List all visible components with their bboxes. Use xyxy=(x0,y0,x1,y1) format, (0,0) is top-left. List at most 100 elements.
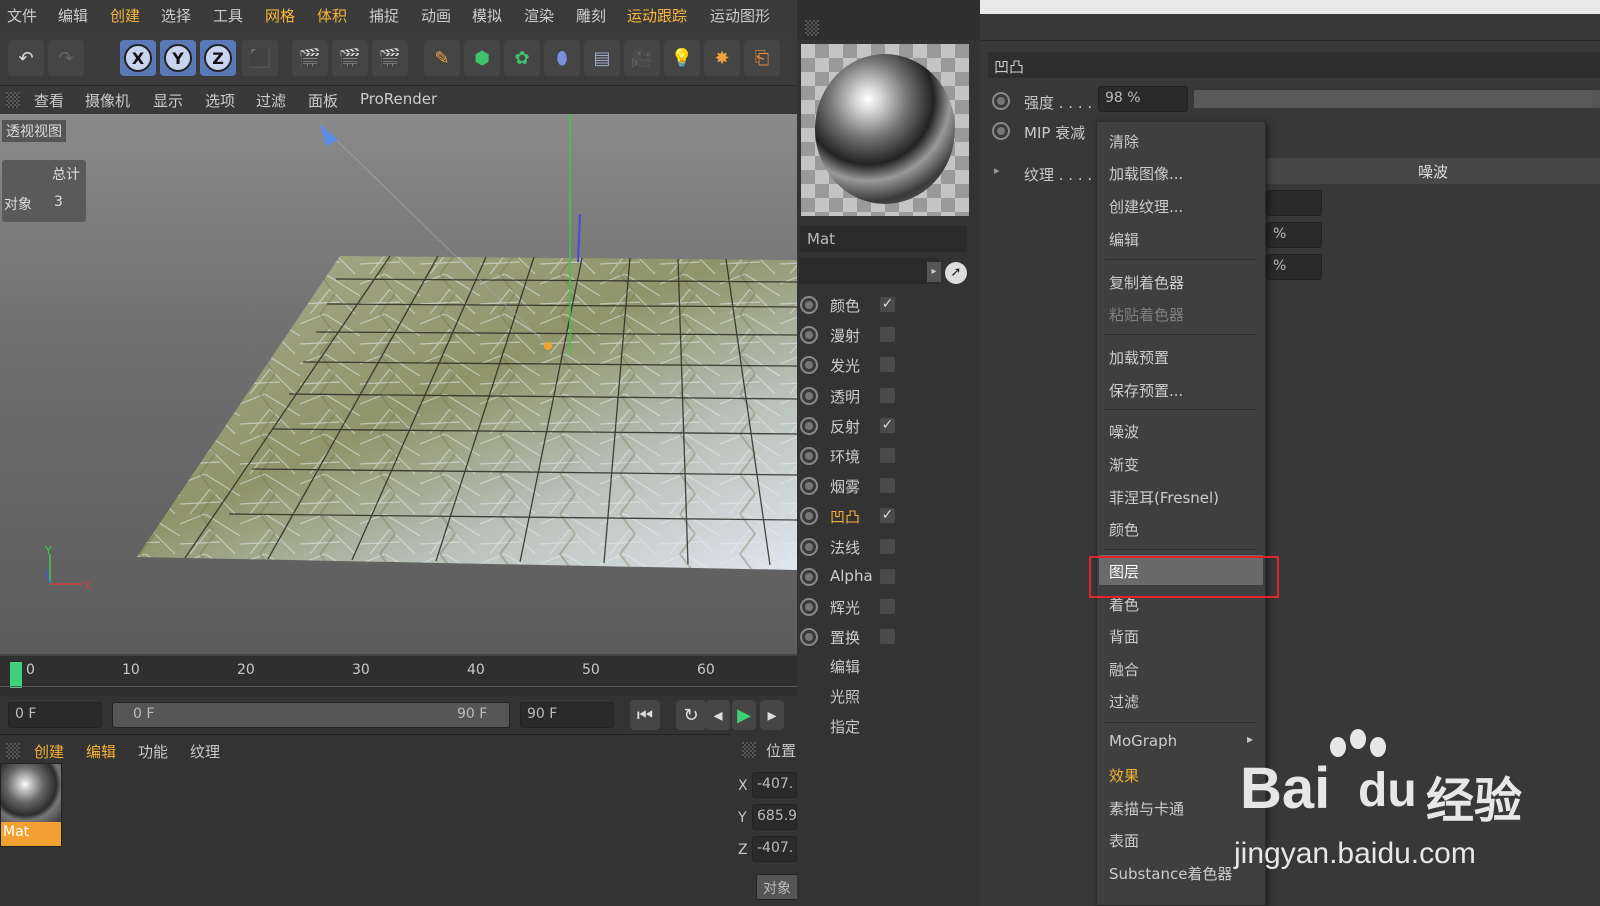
mip-animate-radio[interactable] xyxy=(992,122,1010,140)
channel-row[interactable]: 漫射 xyxy=(800,324,980,352)
channel-checkbox[interactable]: ✓ xyxy=(880,297,895,312)
render-view-button[interactable]: 🎬 xyxy=(292,40,328,76)
subdivision-button[interactable]: ✿ xyxy=(504,40,540,76)
blur-scale-field[interactable]: % xyxy=(1266,254,1322,280)
channel-extra-item[interactable]: 光照 xyxy=(830,686,860,707)
menu-item[interactable]: 效果 xyxy=(1109,765,1139,786)
viewport-menu-view[interactable]: 查看 xyxy=(34,90,64,111)
channel-row[interactable]: 置换 xyxy=(800,626,980,654)
channel-animate-radio[interactable] xyxy=(800,356,818,375)
menu-item[interactable]: 素描与卡通 xyxy=(1109,798,1184,819)
channel-row[interactable]: 辉光 xyxy=(800,596,980,624)
material-link-field[interactable] xyxy=(799,258,939,284)
channel-animate-radio[interactable] xyxy=(800,537,818,556)
material-preview[interactable] xyxy=(801,44,969,216)
lock-z-axis-button[interactable]: Z xyxy=(200,40,236,76)
channel-checkbox[interactable] xyxy=(880,629,895,645)
material-thumbnail[interactable]: Mat xyxy=(0,763,62,847)
channel-row[interactable]: 环境 xyxy=(800,445,980,473)
menu-tools[interactable]: 工具 xyxy=(213,5,243,26)
menu-item[interactable]: 背面 xyxy=(1109,626,1139,647)
channel-animate-radio[interactable] xyxy=(800,296,818,314)
channel-checkbox[interactable] xyxy=(880,568,895,584)
menu-item[interactable]: 清除 xyxy=(1109,131,1139,152)
channel-extra-item[interactable]: 编辑 xyxy=(830,656,860,677)
menu-snap[interactable]: 捕捉 xyxy=(369,5,399,26)
channel-row[interactable]: Alpha xyxy=(800,566,980,594)
menu-item[interactable]: 渐变 xyxy=(1109,454,1139,475)
undo-button[interactable]: ↶ xyxy=(8,40,44,76)
channel-checkbox[interactable] xyxy=(880,387,895,403)
frame-range-slider[interactable]: 0 F 90 F xyxy=(112,702,510,728)
effector-button[interactable]: ✸ xyxy=(704,40,740,76)
menu-item[interactable]: 菲涅耳(Fresnel) xyxy=(1109,487,1219,508)
channel-row[interactable]: 反射 ✓ xyxy=(800,415,980,443)
floor-button[interactable]: ▤ xyxy=(584,40,620,76)
object-mode-button[interactable]: 对象 xyxy=(756,874,801,900)
channel-animate-radio[interactable] xyxy=(800,477,818,496)
channel-checkbox[interactable] xyxy=(880,357,895,373)
channel-animate-radio[interactable] xyxy=(800,326,818,345)
grip-handle[interactable] xyxy=(6,92,20,108)
deformer-button[interactable]: ⬮ xyxy=(544,40,580,76)
current-frame-field[interactable]: 0 F xyxy=(8,702,102,728)
viewport-menu-display[interactable]: 显示 xyxy=(153,90,183,111)
coord-z-field[interactable]: -407. xyxy=(752,836,797,862)
channel-extra-item[interactable]: 指定 xyxy=(830,716,860,737)
menu-edit[interactable]: 编辑 xyxy=(58,5,88,26)
channel-animate-radio[interactable] xyxy=(800,507,818,526)
goto-start-button[interactable]: ⏮ xyxy=(630,700,660,730)
viewport-menu-camera[interactable]: 摄像机 xyxy=(85,90,130,111)
menu-sculpt[interactable]: 雕刻 xyxy=(576,5,606,26)
grip-handle[interactable] xyxy=(805,20,819,36)
channel-checkbox[interactable] xyxy=(880,599,895,614)
menu-item[interactable]: 加载图像... xyxy=(1109,163,1183,184)
menu-item[interactable]: Substance着色器 xyxy=(1109,863,1232,884)
menu-simulate[interactable]: 模拟 xyxy=(472,5,502,26)
menu-item[interactable]: 颜色 xyxy=(1109,519,1139,540)
channel-checkbox[interactable]: ✓ xyxy=(880,508,895,524)
channel-row[interactable]: 法线 xyxy=(800,536,980,564)
menu-mesh[interactable]: 网格 xyxy=(265,5,295,26)
channel-row[interactable]: 颜色 ✓ xyxy=(800,294,980,322)
channel-animate-radio[interactable] xyxy=(800,386,818,405)
channel-checkbox[interactable] xyxy=(880,538,895,554)
end-frame-field[interactable]: 90 F xyxy=(520,702,614,728)
matmgr-menu-function[interactable]: 功能 xyxy=(138,741,168,762)
menu-item[interactable]: 融合 xyxy=(1109,659,1139,680)
coordinate-system-button[interactable]: ⬛ xyxy=(242,40,278,76)
menu-file[interactable]: 文件 xyxy=(7,5,37,26)
loop-button[interactable]: ↻ xyxy=(676,700,706,730)
menu-item[interactable]: MoGraph xyxy=(1109,732,1177,750)
viewport-menu-filter[interactable]: 过滤 xyxy=(256,90,286,111)
menu-item[interactable]: 创建纹理... xyxy=(1109,196,1183,217)
channel-checkbox[interactable] xyxy=(880,478,895,494)
matmgr-menu-edit[interactable]: 编辑 xyxy=(86,741,116,762)
timeline-ruler[interactable]: 0 10 20 30 40 50 60 xyxy=(0,654,797,696)
menu-item[interactable]: 表面 xyxy=(1109,830,1139,851)
menu-item[interactable]: 加载预置 xyxy=(1109,347,1169,368)
channel-animate-radio[interactable] xyxy=(800,628,818,647)
perspective-viewport[interactable]: Y X xyxy=(0,114,797,654)
blur-offset-field[interactable]: % xyxy=(1266,222,1322,248)
channel-checkbox[interactable] xyxy=(880,327,895,343)
menu-item[interactable]: 保存预置... xyxy=(1109,380,1183,401)
matmgr-menu-texture[interactable]: 纹理 xyxy=(190,741,220,762)
menu-item[interactable]: 复制着色器 xyxy=(1109,272,1184,293)
camera-button[interactable]: 🎥 xyxy=(624,40,660,76)
channel-animate-radio[interactable] xyxy=(800,416,818,435)
pen-tool-button[interactable]: ✎ xyxy=(424,40,460,76)
z-axis-handle[interactable] xyxy=(577,213,581,263)
channel-row[interactable]: 透明 xyxy=(800,385,980,413)
texture-shader-button[interactable]: 噪波 xyxy=(1266,158,1600,184)
channel-animate-radio[interactable] xyxy=(800,598,818,616)
strength-slider[interactable] xyxy=(1194,90,1600,108)
coord-y-field[interactable]: 685.9 xyxy=(752,804,797,830)
channel-checkbox[interactable] xyxy=(880,448,895,463)
texture-expand-icon[interactable]: ▸ xyxy=(994,164,1000,177)
menu-item[interactable]: 过滤 xyxy=(1109,691,1139,712)
tag-button[interactable]: ⎗ xyxy=(744,40,780,76)
object-pivot-dot[interactable] xyxy=(544,342,552,350)
strength-field[interactable]: 98 % xyxy=(1098,86,1188,112)
strength-animate-radio[interactable] xyxy=(992,92,1010,110)
